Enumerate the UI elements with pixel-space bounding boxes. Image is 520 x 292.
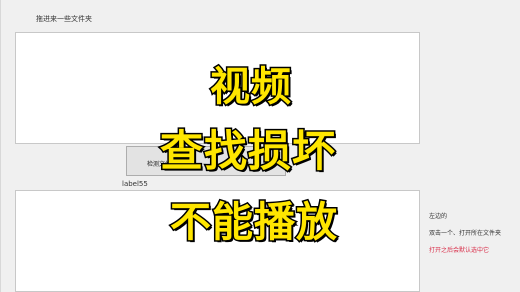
selection-hint: 打开之后会默认选中它 (429, 247, 490, 254)
side-title-label: 左边的 (429, 213, 448, 220)
overlay-title-cannot-play: 不能播放 (169, 197, 339, 248)
overlay-title-find-damage: 查找损坏 (159, 126, 337, 179)
status-label: label55 (122, 180, 148, 188)
overlay-title-video: 视频 (209, 63, 293, 112)
double-click-hint: 双击一个、打开所在文件夹 (429, 230, 502, 237)
drop-folders-label: 拖进来一些文件夹 (36, 15, 92, 23)
